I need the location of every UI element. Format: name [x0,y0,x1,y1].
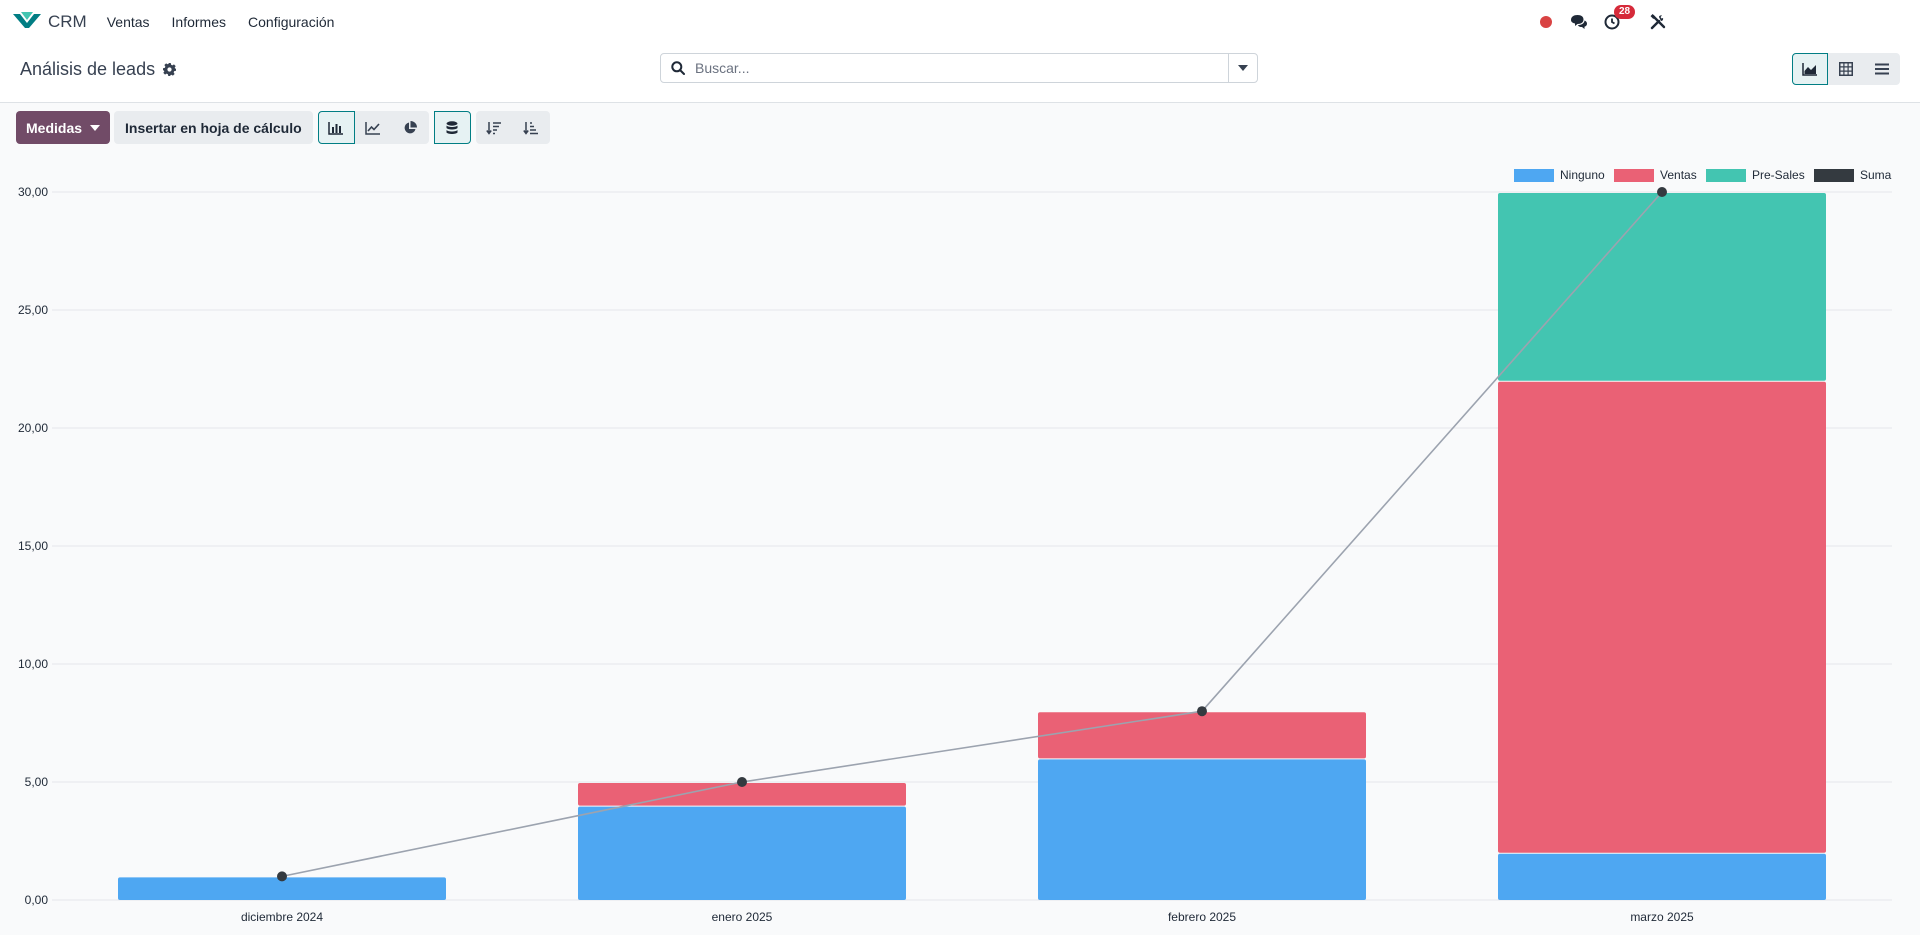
notification-badge: 28 [1614,5,1636,19]
y-tick-label: 30,00 [18,185,48,199]
legend-label[interactable]: Pre-Sales [1752,168,1805,182]
stacked-toggle-button[interactable] [433,111,471,144]
graph-toolbar: Medidas Insertar en hoja de cálculo [16,111,550,144]
table-icon [1839,62,1853,76]
line-chart-icon [365,121,381,135]
legend-swatch[interactable] [1514,169,1554,182]
bar-chart-icon [328,121,344,135]
app-name: CRM [48,12,87,31]
sum-point[interactable] [277,871,287,882]
legend-label[interactable]: Ninguno [1560,168,1605,182]
menu-item-ventas[interactable]: Ventas [107,14,150,30]
graph-view-button[interactable] [1792,53,1828,85]
control-panel: Análisis de leads [0,44,1920,103]
x-tick-label: marzo 2025 [1630,910,1694,924]
insert-spreadsheet-label: Insertar en hoja de cálculo [125,119,302,136]
pivot-view-button[interactable] [1828,53,1864,85]
top-navbar: CRM Ventas Informes Configuración 28 [0,0,1920,44]
sort-ascending-button[interactable] [512,111,550,144]
measures-label: Medidas [26,119,83,136]
sort-group [475,111,550,144]
app-home-link[interactable]: CRM [12,10,87,35]
caret-down-icon [1238,65,1248,71]
y-tick-label: 0,00 [25,893,49,907]
search-icon [671,61,685,75]
legend-swatch[interactable] [1814,169,1854,182]
pie-chart-icon [404,120,418,133]
leads-bar-chart: 0,00 5,00 10,00 15,00 20,00 25,00 30,00 diciem… [18,168,1892,924]
bar-segment-ninguno[interactable] [1038,759,1366,900]
sum-point[interactable] [1657,187,1667,197]
bar-chart-button[interactable] [317,111,355,144]
stack-group [433,111,471,144]
crm-logo-icon [12,10,42,35]
line-chart-button[interactable] [354,111,392,144]
bar-segment-ninguno[interactable] [578,806,906,900]
pie-chart-button[interactable] [391,111,429,144]
legend-swatch[interactable] [1614,169,1654,182]
list-view-button[interactable] [1864,53,1900,85]
legend-swatch[interactable] [1706,169,1746,182]
activity-clock-icon[interactable]: 28 [1604,5,1636,30]
bar-segment-pre-sales[interactable] [1498,193,1826,381]
menu-item-informes[interactable]: Informes [172,14,226,30]
sort-ascending-icon [523,121,539,135]
search-options-toggle[interactable] [1228,54,1257,82]
gear-icon[interactable] [163,63,177,76]
y-tick-label: 20,00 [18,421,48,435]
main-menu: Ventas Informes Configuración [107,14,357,30]
sum-point[interactable] [737,777,747,787]
x-tick-label: enero 2025 [712,910,773,924]
x-tick-label: diciembre 2024 [241,910,323,924]
y-tick-label: 10,00 [18,657,48,671]
breadcrumb: Análisis de leads [20,59,177,80]
y-tick-label: 25,00 [18,303,48,317]
legend-label[interactable]: Suma [1860,168,1892,182]
y-tick-label: 5,00 [25,775,49,789]
bar-segment-ventas[interactable] [1498,381,1826,853]
search-bar [660,53,1258,83]
bar-segment-ventas[interactable] [1038,712,1366,759]
sum-line [281,191,1663,878]
page-title: Análisis de leads [20,59,156,79]
debug-tools-icon[interactable] [1650,14,1666,30]
insert-spreadsheet-button[interactable]: Insertar en hoja de cálculo [114,111,313,144]
legend-label[interactable]: Ventas [1660,168,1697,182]
search-input[interactable] [693,59,1228,77]
bar-segment-ninguno[interactable] [1498,853,1826,900]
area-chart-icon [1802,63,1817,76]
caret-down-icon [90,124,101,131]
y-tick-label: 15,00 [18,539,48,553]
status-dot-icon[interactable] [1540,16,1552,28]
view-switcher [1792,53,1900,85]
menu-item-configuracion[interactable]: Configuración [248,14,334,30]
sum-point[interactable] [1197,706,1207,717]
x-tick-label: febrero 2025 [1168,910,1236,924]
database-stack-icon [446,120,458,134]
systray: 28 [1540,0,1682,44]
sort-descending-icon [486,121,502,135]
measures-dropdown-button[interactable]: Medidas [16,111,111,144]
list-icon [1875,63,1889,75]
chat-icon[interactable] [1570,14,1588,30]
sort-descending-button[interactable] [475,111,513,144]
chart-type-group [317,111,429,144]
